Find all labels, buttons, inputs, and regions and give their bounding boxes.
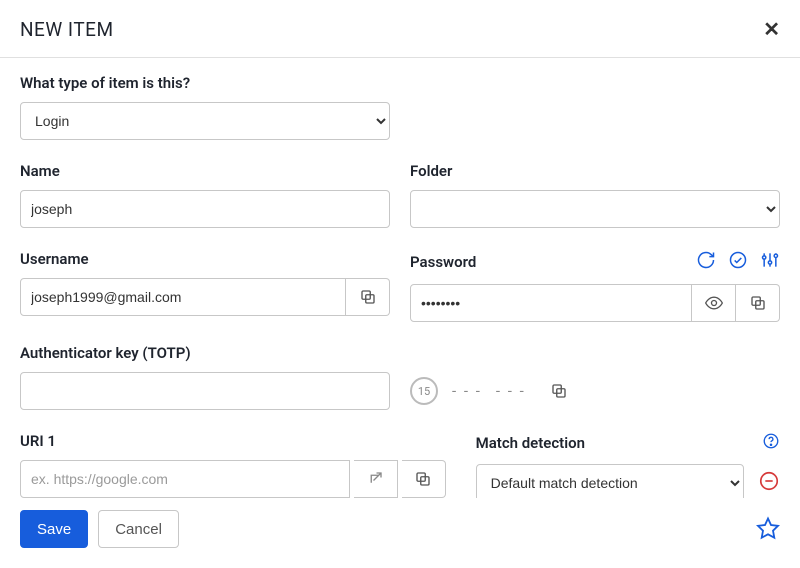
totp-code-2: - - - [496,382,526,400]
password-label: Password [410,253,476,271]
generate-password-button[interactable] [696,250,716,274]
copy-icon [749,294,767,312]
cancel-button[interactable]: Cancel [98,510,179,548]
toggle-password-button[interactable] [692,284,736,322]
launch-uri-button[interactable] [354,460,398,498]
name-input[interactable] [20,190,390,228]
uri-label: URI 1 [20,432,446,450]
username-label: Username [20,250,390,268]
minus-circle-icon [758,470,780,492]
save-button[interactable]: Save [20,510,88,548]
totp-display: 15 - - - - - - [410,344,780,410]
eye-icon [704,293,724,313]
password-group: Password [410,250,780,322]
copy-icon [359,288,377,306]
totp-group: Authenticator key (TOTP) [20,344,390,410]
item-type-select[interactable]: Login [20,102,390,140]
star-icon [756,516,780,540]
copy-uri-button[interactable] [402,460,446,498]
totp-label: Authenticator key (TOTP) [20,344,390,362]
sliders-icon [760,250,780,270]
favorite-button[interactable] [756,516,780,543]
name-group: Name [20,162,390,228]
copy-totp-button[interactable] [540,372,578,410]
match-detection-label: Match detection [476,434,585,452]
username-group: Username [20,250,390,322]
modal-footer: Save Cancel [0,498,800,568]
match-detection-group: Match detection Default match detection [476,432,780,498]
new-item-modal: NEW ITEM ✕ What type of item is this? Lo… [0,0,800,568]
copy-icon [414,470,432,488]
modal-header: NEW ITEM ✕ [0,0,800,58]
modal-title: NEW ITEM [20,18,114,41]
totp-input[interactable] [20,372,390,410]
name-label: Name [20,162,390,180]
folder-group: Folder [410,162,780,228]
password-input[interactable] [410,284,692,322]
item-type-group: What type of item is this? Login [20,74,780,140]
match-detection-select[interactable]: Default match detection [476,464,744,498]
help-icon [762,432,780,450]
modal-body: What type of item is this? Login Name Fo… [0,58,800,498]
check-circle-icon [728,250,748,270]
match-detection-help-button[interactable] [762,432,780,454]
folder-label: Folder [410,162,780,180]
totp-code-1: - - - [452,382,482,400]
check-password-button[interactable] [728,250,748,274]
folder-select[interactable] [410,190,780,228]
refresh-icon [696,250,716,270]
launch-icon [366,470,384,488]
totp-timer: 15 [410,377,438,405]
remove-uri-button[interactable] [758,470,780,496]
uri-group: URI 1 [20,432,446,498]
uri-input[interactable] [20,460,350,498]
copy-icon [550,382,568,400]
item-type-label: What type of item is this? [20,74,780,92]
password-settings-button[interactable] [760,250,780,274]
copy-username-button[interactable] [346,278,390,316]
close-button[interactable]: ✕ [763,20,780,40]
copy-password-button[interactable] [736,284,780,322]
username-input[interactable] [20,278,346,316]
